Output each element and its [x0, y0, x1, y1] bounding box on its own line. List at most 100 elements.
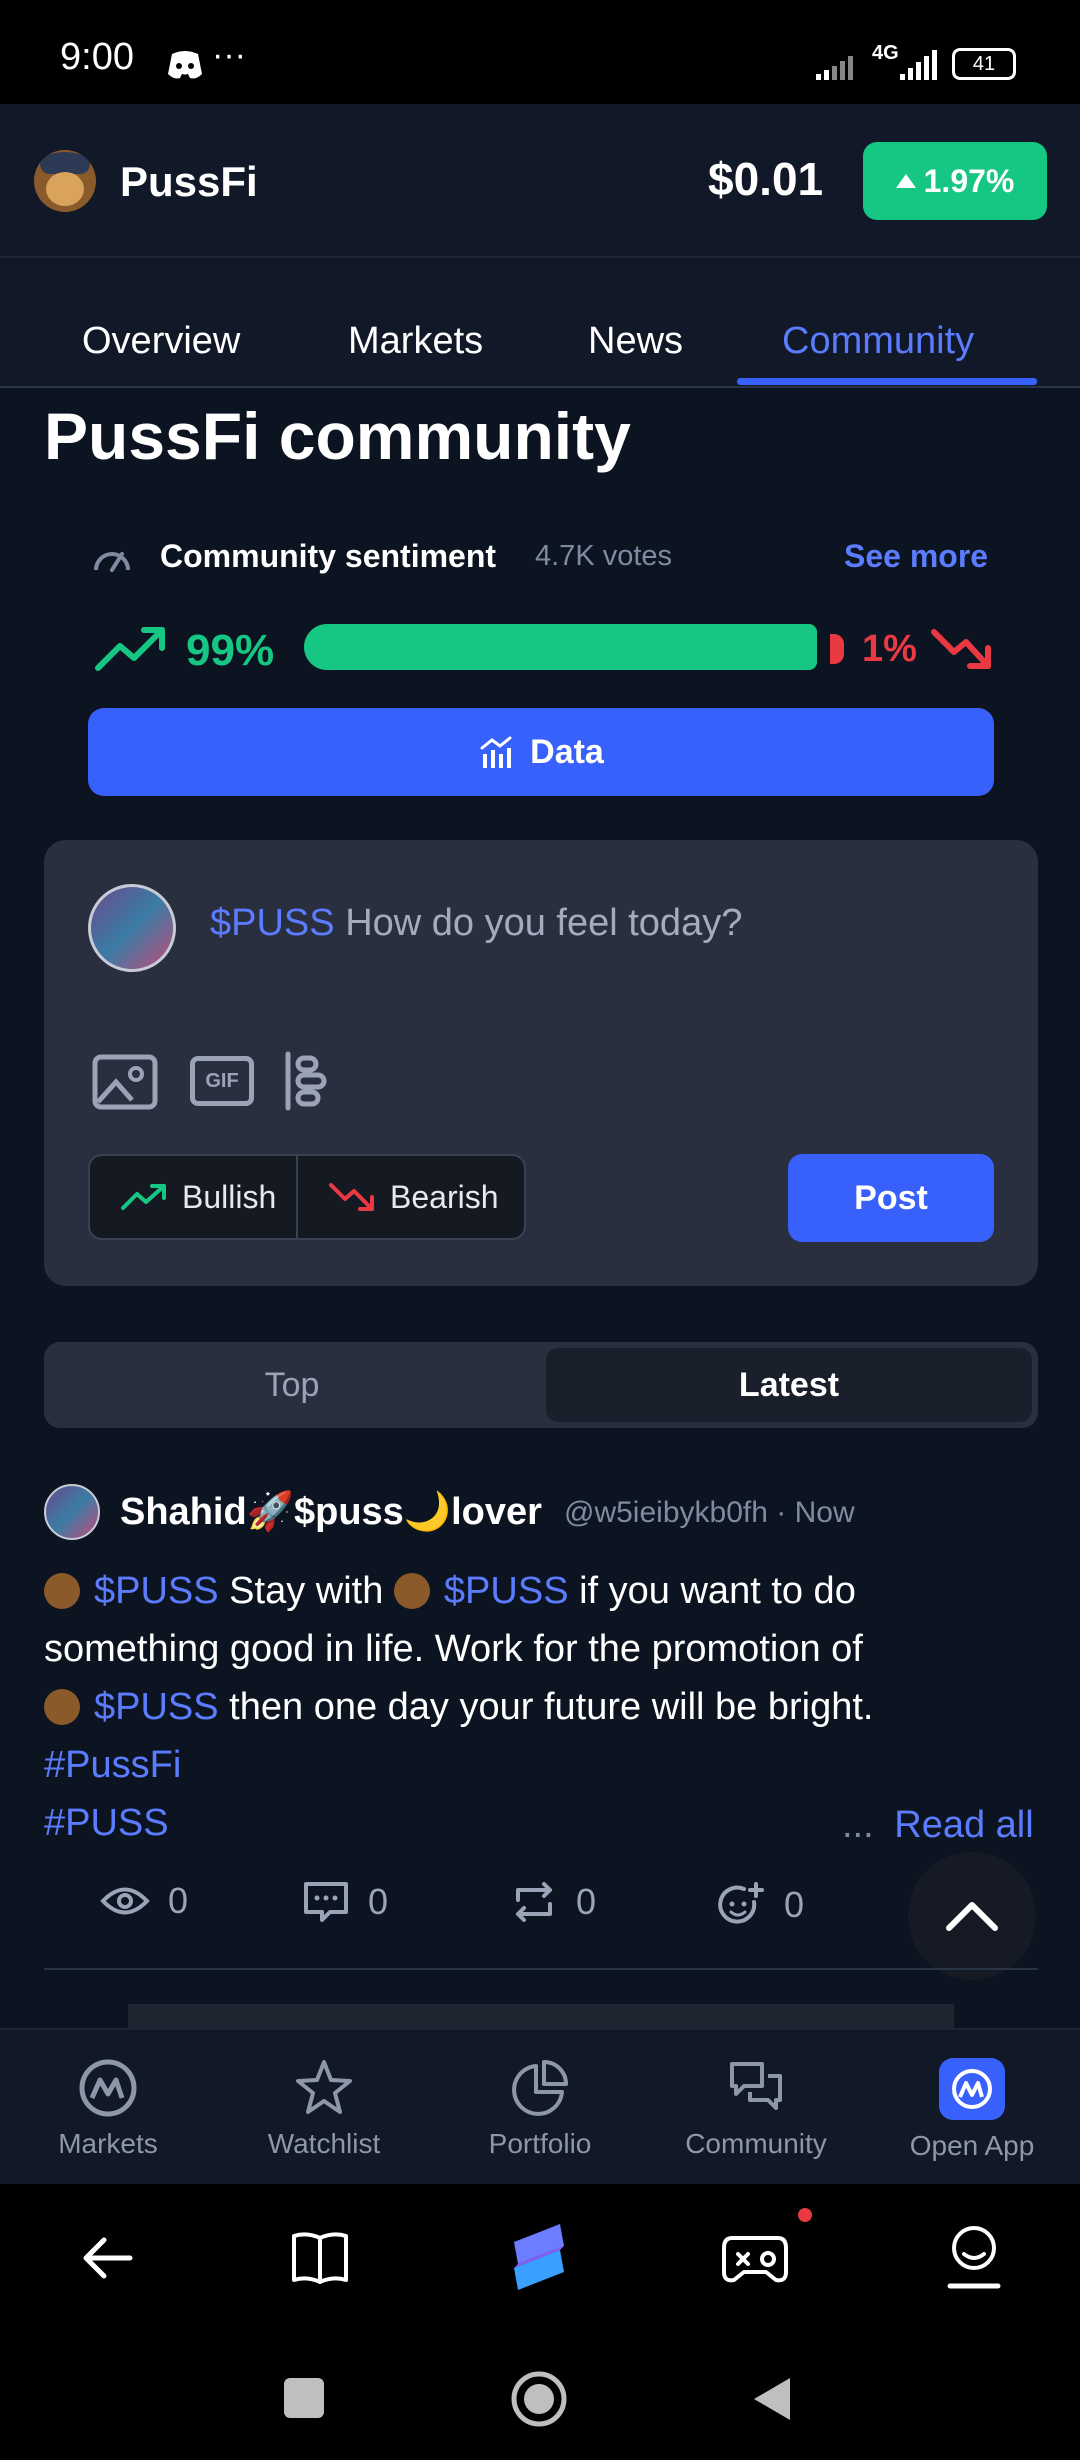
nav-community-label: Community: [685, 2128, 827, 2159]
reactions-count: 0: [784, 1884, 805, 1925]
triangle-up-icon: [895, 174, 916, 188]
reaction-button[interactable]: 0: [716, 1880, 804, 1930]
eye-icon: [100, 1887, 150, 1915]
discord-icon: [168, 51, 202, 79]
battery-icon: 41: [952, 48, 1016, 80]
back-arrow-icon[interactable]: [80, 2232, 136, 2284]
status-bar: 9:00 ··· 4G 41: [0, 0, 1080, 104]
trend-up-icon-small: [121, 1184, 166, 1210]
composer-placeholder: How do you feel today?: [345, 902, 743, 944]
post-button[interactable]: Post: [788, 1154, 994, 1242]
nav-open-app-label: Open App: [909, 2130, 1035, 2161]
back-button[interactable]: [752, 2376, 792, 2422]
sentiment-bar-bullish: [304, 624, 817, 670]
open-app-icon: [939, 2058, 1005, 2120]
bullish-label: Bullish: [182, 1178, 277, 1215]
post-ticker-link[interactable]: $PUSS: [444, 1570, 569, 1612]
nav-markets[interactable]: Markets: [8, 2058, 208, 2160]
bearish-label: Bearish: [390, 1178, 499, 1215]
sentiment-bar-bearish: [830, 634, 844, 664]
read-all-ellipsis: ...: [842, 1804, 874, 1846]
profile-icon[interactable]: [944, 2224, 1004, 2290]
home-button[interactable]: [510, 2370, 568, 2428]
gif-icon[interactable]: GIF: [190, 1056, 254, 1106]
data-button-label: Data: [530, 732, 604, 771]
post-ticker-link[interactable]: $PUSS: [94, 1686, 219, 1728]
post-meta-separator: ·: [776, 1496, 787, 1529]
notification-dot: [798, 2208, 812, 2222]
puss-token-icon: [44, 1573, 80, 1609]
bullish-button[interactable]: Bullish: [88, 1154, 298, 1240]
bearish-button[interactable]: Bearish: [296, 1154, 526, 1240]
trend-up-icon: [95, 627, 165, 671]
post-author-name[interactable]: Shahid🚀$puss🌙lover: [120, 1490, 542, 1534]
user-avatar[interactable]: [88, 884, 176, 972]
nav-community[interactable]: Community: [656, 2058, 856, 2160]
star-icon: [296, 2060, 352, 2114]
nav-markets-label: Markets: [58, 2128, 158, 2159]
gauge-icon: [94, 552, 130, 572]
bottom-navigation: Markets Watchlist Portfolio Community Op…: [0, 2028, 1080, 2184]
nav-portfolio-label: Portfolio: [488, 2128, 592, 2159]
sort-top[interactable]: Top: [50, 1348, 534, 1422]
sort-latest[interactable]: Latest: [546, 1348, 1032, 1422]
tab-community[interactable]: Community: [782, 320, 974, 363]
price-change-badge: 1.97%: [863, 142, 1047, 220]
post-text-segment: then one day your future will be bright.: [218, 1686, 874, 1728]
post-time: Now: [794, 1496, 855, 1529]
post-author-avatar[interactable]: [44, 1484, 100, 1540]
chart-icon: [480, 736, 512, 768]
nav-watchlist[interactable]: Watchlist: [224, 2058, 424, 2160]
status-time: 9:00: [60, 36, 134, 78]
sentiment-bar: [304, 624, 844, 670]
tab-news[interactable]: News: [588, 320, 683, 363]
system-navigation-bar: [0, 2334, 1080, 2460]
network-type: 4G: [872, 42, 899, 64]
data-button[interactable]: Data: [88, 708, 994, 796]
read-all-label: Read all: [894, 1804, 1034, 1846]
reposts-count: 0: [576, 1881, 597, 1922]
nav-portfolio[interactable]: Portfolio: [440, 2058, 640, 2160]
book-icon[interactable]: [290, 2228, 350, 2288]
trend-down-icon-small: [329, 1183, 374, 1211]
post-author-handle[interactable]: @w5ieibykb0fh: [564, 1496, 768, 1529]
read-all-link[interactable]: ... Read all: [842, 1804, 1034, 1847]
active-tab-indicator: [737, 378, 1037, 385]
signal-icon-2: [900, 50, 937, 80]
chevron-up-icon: [946, 1902, 998, 1931]
page-title: PussFi community: [44, 399, 631, 473]
feed-sort-toggle: Top Latest: [44, 1342, 1038, 1428]
post-button-label: Post: [854, 1178, 928, 1217]
comment-button[interactable]: 0: [302, 1880, 388, 1924]
repost-button[interactable]: 0: [510, 1880, 596, 1924]
views-stat: 0: [100, 1880, 188, 1922]
bearish-percent: 1%: [862, 628, 917, 670]
recents-button[interactable]: [284, 2378, 324, 2418]
post-text-segment: if you want to do: [568, 1570, 856, 1612]
trend-down-icon: [931, 629, 991, 669]
scroll-to-top-button[interactable]: [908, 1852, 1036, 1980]
nav-watchlist-label: Watchlist: [267, 2128, 381, 2159]
nav-open-app[interactable]: Open App: [872, 2058, 1072, 2162]
post-text-segment: Stay with: [218, 1570, 394, 1612]
image-icon[interactable]: [92, 1054, 158, 1110]
game-controller-icon[interactable]: [720, 2228, 790, 2288]
post-hashtag[interactable]: #PussFi: [44, 1736, 1044, 1794]
tab-markets[interactable]: Markets: [348, 320, 483, 363]
add-reaction-icon: [718, 1882, 764, 1924]
composer-input[interactable]: $PUSS How do you feel today?: [210, 902, 742, 945]
gif-label: GIF: [205, 1069, 239, 1092]
status-more: ···: [212, 36, 246, 74]
signal-icon: [816, 56, 853, 80]
coin-logo: [34, 150, 96, 212]
poll-icon[interactable]: [282, 1050, 330, 1112]
tab-overview[interactable]: Overview: [82, 320, 240, 363]
post-line-2: something good in life. Work for the pro…: [44, 1628, 863, 1670]
chat-bubbles-icon: [730, 2062, 782, 2110]
composer-ticker: $PUSS: [210, 902, 335, 944]
coin-header: PussFi $0.01 1.97%: [0, 104, 1080, 258]
browser-logo-icon[interactable]: [504, 2220, 574, 2294]
puss-token-icon: [393, 1573, 430, 1609]
see-more-link[interactable]: See more: [844, 538, 988, 575]
post-ticker-link[interactable]: $PUSS: [94, 1570, 219, 1612]
